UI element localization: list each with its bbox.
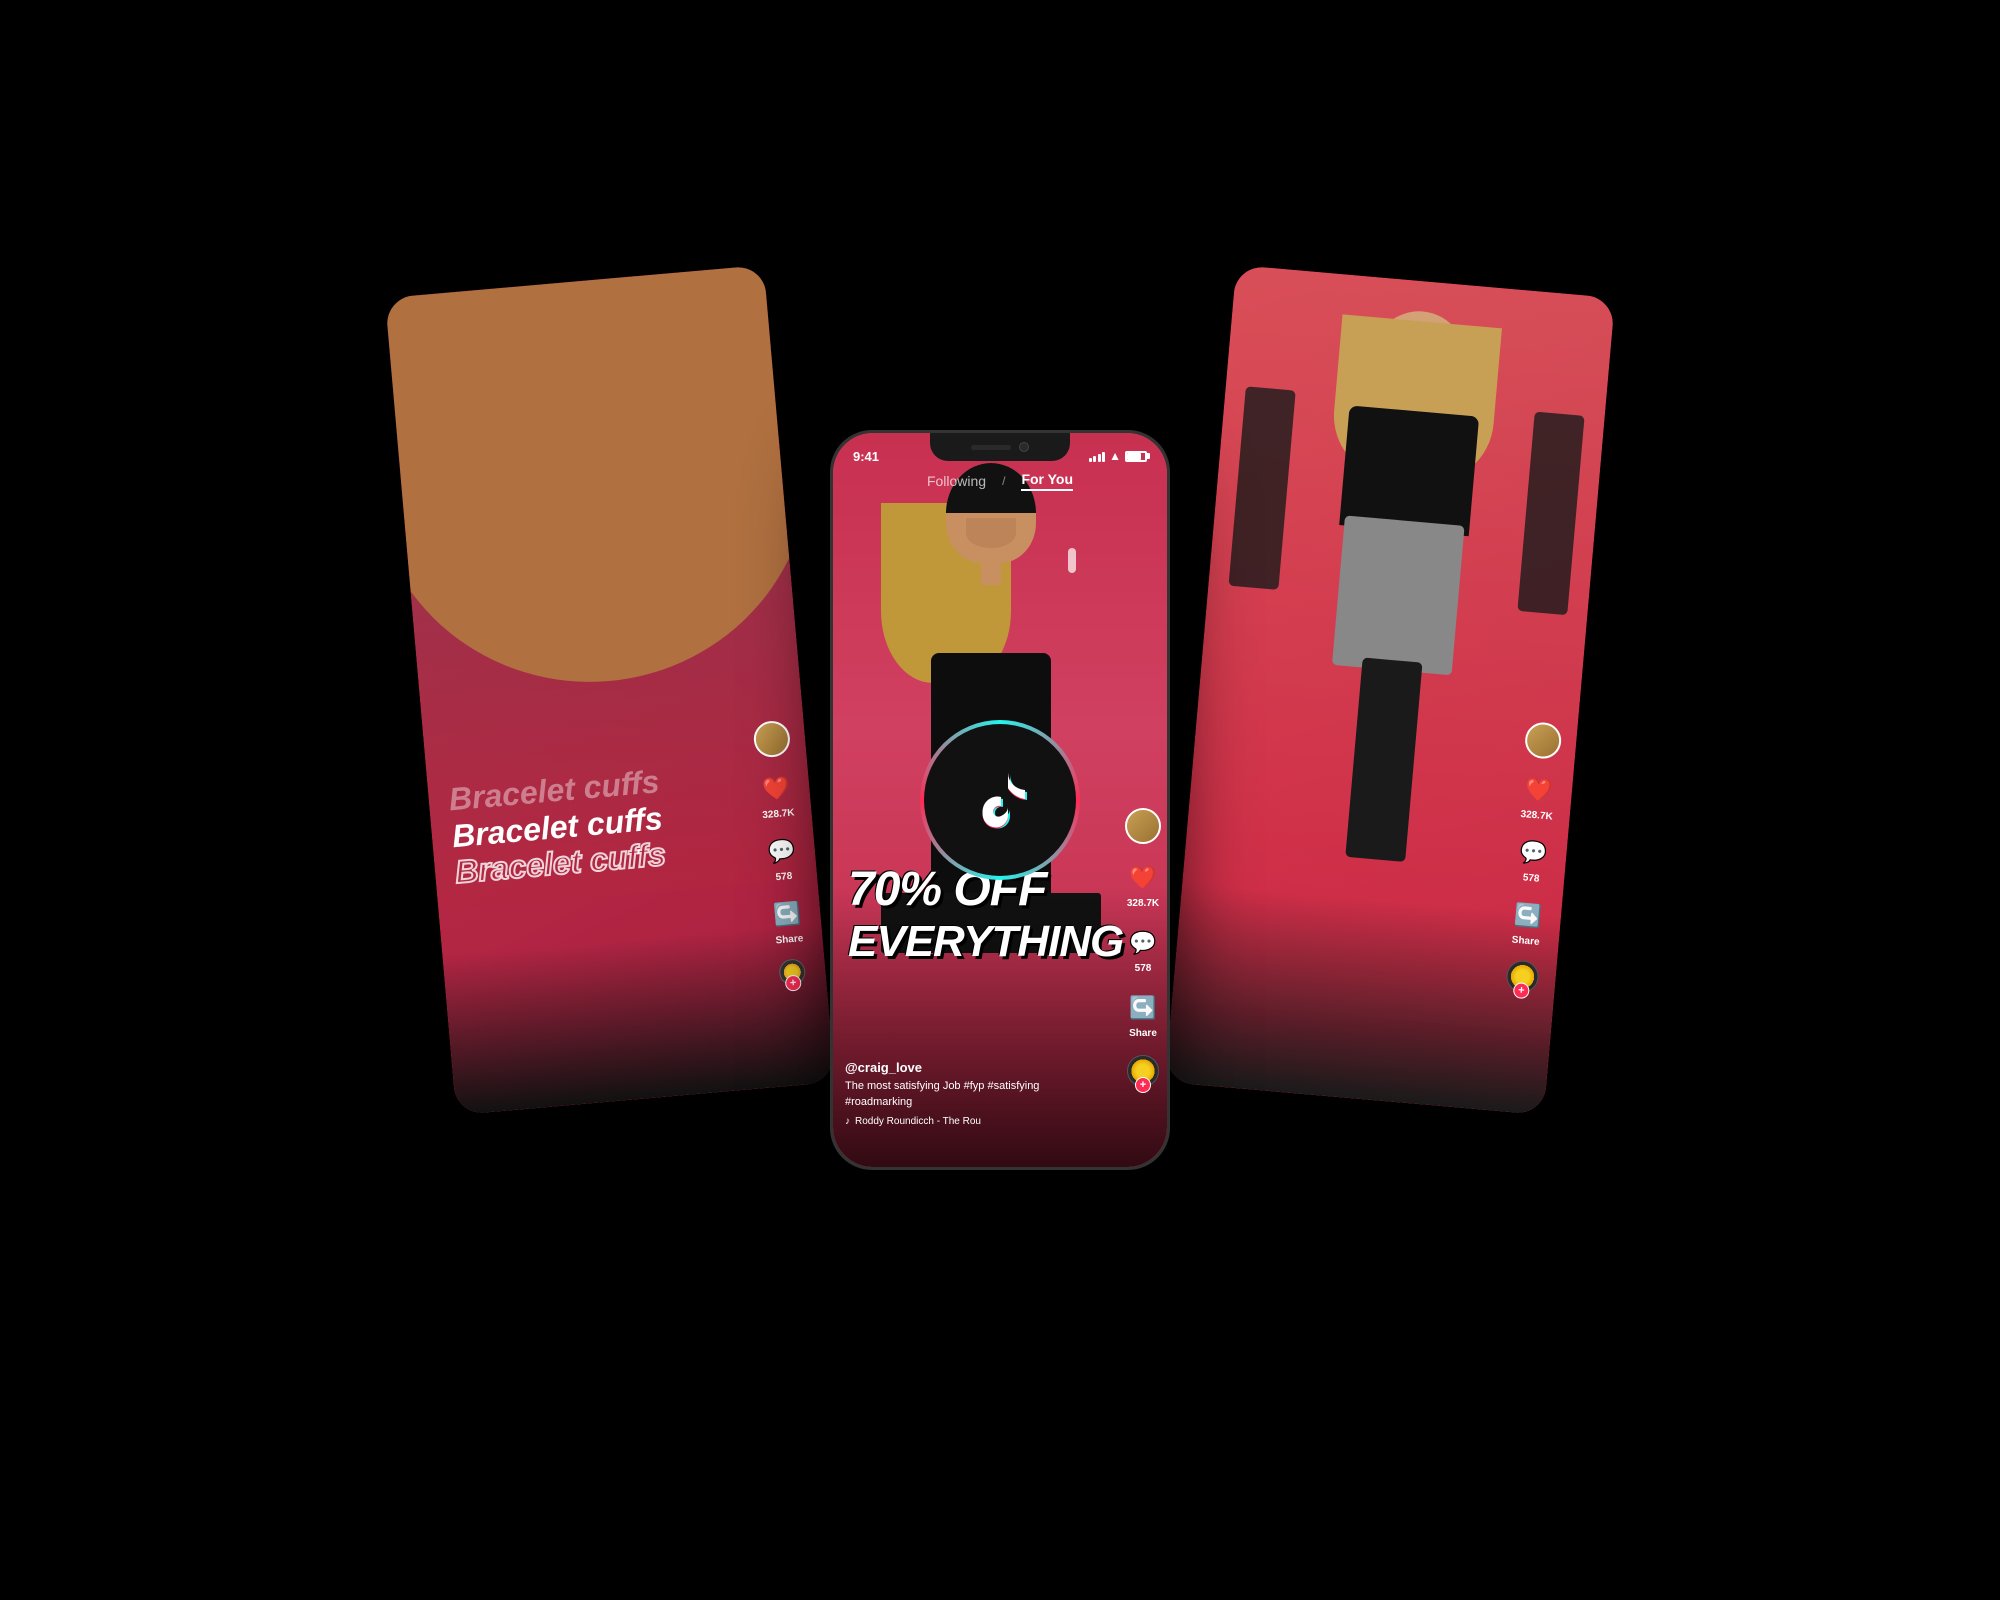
right-comment-action[interactable]: 💬 578 [1513,834,1553,886]
right-share-label: Share [1511,935,1540,948]
signal-bar-3 [1098,454,1101,462]
right-fur-bottom [1165,883,1561,1115]
battery-fill [1127,453,1141,460]
right-comment-icon: 💬 [1514,834,1553,873]
scene: Bracelet cuffs Bracelet cuffs Bracelet c… [400,200,1600,1400]
tiktok-inner-circle [928,728,1072,872]
signal-bar-4 [1102,452,1105,462]
side-actions: + ❤️ 328.7K 💬 578 [1125,808,1161,1087]
phone-right: + ❤️ 328.7K 💬 578 ↪️ Share [1165,265,1615,1115]
signal-bar-1 [1089,458,1092,462]
center-share-action[interactable]: ↪️ Share [1125,990,1161,1039]
tiktok-logo-container [920,720,1080,880]
tiktok-note-svg [960,760,1040,840]
comment-count: 578 [1135,963,1152,974]
music-text: Roddy Roundicch - The Rou [855,1116,981,1127]
left-card-background: Bracelet cuffs Bracelet cuffs Bracelet c… [385,265,835,1115]
wifi-icon: ▲ [1109,449,1121,463]
left-head-shape [385,265,817,700]
bracelet-text-container: Bracelet cuffs Bracelet cuffs Bracelet c… [447,761,667,894]
left-comment-icon: 💬 [762,832,801,871]
status-icons: ▲ [1089,449,1147,463]
right-share-action[interactable]: ↪️ Share [1507,896,1547,948]
music-note-icon: ♪ [845,1116,850,1127]
share-label: Share [1129,1028,1157,1039]
signal-icon [1089,450,1106,462]
phone-left: Bracelet cuffs Bracelet cuffs Bracelet c… [385,265,835,1115]
center-neck [981,555,1001,585]
left-comment-count: 578 [775,871,793,883]
front-camera [1019,442,1029,452]
right-heart-icon: ❤️ [1519,771,1558,810]
center-follow-plus[interactable]: + [1135,1077,1151,1093]
power-button [1167,553,1170,603]
face-lower [966,518,1016,548]
center-heart-action[interactable]: ❤️ 328.7K [1125,860,1161,909]
like-count: 328.7K [1127,898,1159,909]
tab-for-you[interactable]: For You [1021,471,1073,491]
status-time: 9:41 [853,449,879,464]
right-comment-count: 578 [1522,872,1540,884]
earpiece [971,445,1011,450]
tab-following[interactable]: Following [927,473,986,489]
tiktok-logo [920,720,1080,880]
video-info: @craig_love The most satisfying Job #fyp… [845,1060,1107,1127]
notch [930,433,1070,461]
battery-icon [1125,451,1147,462]
heart-icon: ❤️ [1125,860,1161,896]
left-avatar [752,720,791,759]
nav-divider: / [1002,474,1005,488]
nav-tabs: Following / For You [833,471,1167,491]
left-like-count: 328.7K [762,807,795,821]
left-share-label: Share [775,933,804,946]
promo-line2: EVERYTHING [848,917,1152,967]
video-music: ♪ Roddy Roundicch - The Rou [845,1116,1107,1127]
center-earring [1068,548,1076,573]
right-skirt [1332,515,1465,675]
left-heart-action[interactable]: ❤️ 328.7K [757,769,797,821]
share-icon: ↪️ [1125,990,1161,1026]
right-heart-action[interactable]: ❤️ 328.7K [1518,771,1558,823]
right-card-background: + ❤️ 328.7K 💬 578 ↪️ Share [1165,265,1615,1115]
right-share-icon: ↪️ [1508,896,1547,935]
video-username[interactable]: @craig_love [845,1060,1107,1075]
signal-bar-2 [1093,456,1096,462]
right-like-count: 328.7K [1520,809,1553,823]
video-caption: The most satisfying Job #fyp #satisfying… [845,1079,1107,1110]
model-upper-body [901,463,1081,683]
left-share-action[interactable]: ↪️ Share [768,895,808,947]
left-avatar-item: + [752,720,791,759]
center-avatar[interactable] [1125,808,1161,844]
left-comment-action[interactable]: 💬 578 [762,832,802,884]
left-heart-icon: ❤️ [757,769,796,808]
comment-icon: 💬 [1125,925,1161,961]
left-share-icon: ↪️ [768,895,807,934]
center-avatar-item: + [1125,808,1161,844]
right-avatar [1524,721,1563,760]
center-comment-action[interactable]: 💬 578 [1125,925,1161,974]
right-avatar-item: + [1524,721,1563,760]
